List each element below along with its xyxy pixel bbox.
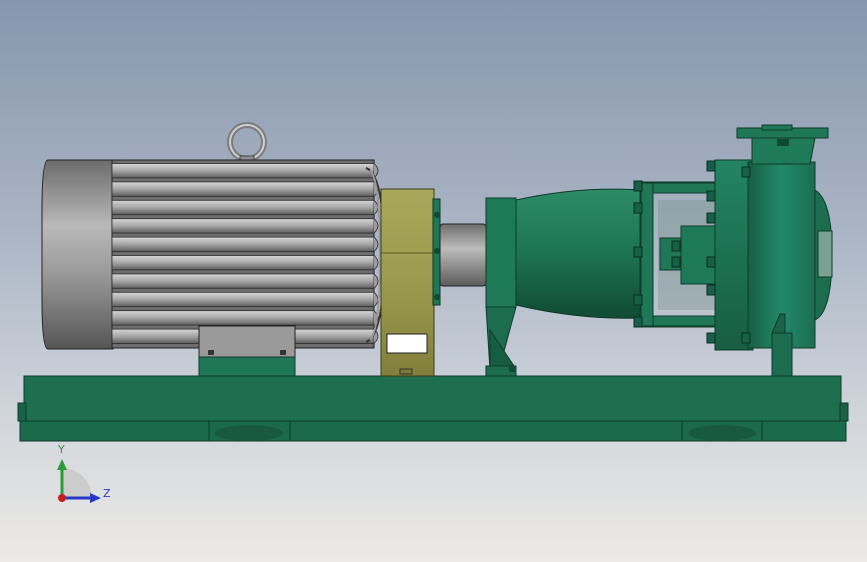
cooling-fin-end: [373, 236, 379, 252]
bolt: [706, 212, 716, 224]
electric-motor[interactable]: [41, 122, 386, 377]
bolt: [633, 202, 643, 214]
pump-assembly-model[interactable]: [0, 0, 867, 562]
cooling-fin: [111, 199, 375, 216]
cooling-fin: [111, 255, 375, 271]
cooling-fin: [111, 181, 375, 197]
triad-plane-sector: [62, 468, 92, 498]
z-axis-label: Z: [103, 487, 111, 500]
cooling-fin: [111, 291, 375, 308]
cad-viewport[interactable]: Y Z: [0, 0, 867, 562]
bolt: [741, 332, 751, 344]
nameplate: [386, 333, 428, 354]
bolt: [741, 166, 751, 178]
cooling-fin-end: [373, 255, 379, 271]
bolt: [671, 256, 681, 268]
coupling-adapter[interactable]: [380, 188, 441, 377]
bearing-bracket[interactable]: [485, 188, 641, 377]
lifting-eye: [227, 122, 267, 165]
cooling-fin-end: [373, 273, 379, 289]
cooling-fin: [111, 310, 375, 326]
bolt: [706, 160, 716, 172]
bolt: [706, 332, 716, 344]
bolt: [706, 256, 716, 268]
bolt: [706, 190, 716, 202]
bolt: [706, 284, 716, 296]
bolt: [633, 246, 643, 258]
cooling-fin: [111, 163, 375, 179]
bolt: [633, 180, 643, 192]
base-frame: [17, 375, 849, 442]
pump-frame: [639, 181, 719, 328]
coordinate-triad: [57, 459, 101, 503]
x-axis-point: [58, 494, 66, 502]
motor-foot: [198, 325, 296, 377]
cooling-fin-end: [373, 218, 379, 234]
cooling-fin: [111, 218, 375, 234]
bolt: [671, 240, 681, 252]
bolt: [633, 316, 643, 328]
discharge-flange[interactable]: [736, 124, 829, 165]
coupling-shaft: [439, 223, 487, 287]
bolt: [633, 294, 643, 306]
cooling-fin: [111, 273, 375, 289]
cooling-fin: [111, 236, 375, 252]
y-axis-label: Y: [58, 443, 65, 456]
